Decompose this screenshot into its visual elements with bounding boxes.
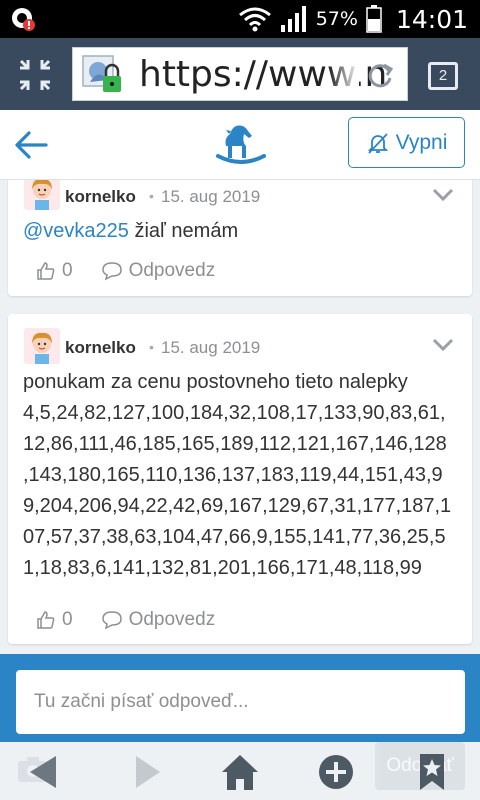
chevron-down-icon[interactable] [432, 188, 454, 202]
browser-toolbar: https://www.n 2 [0, 38, 480, 110]
comment-author[interactable]: kornelko [65, 338, 136, 358]
comment-actions: 0 Odpovedz [36, 609, 215, 631]
user-avatar-icon [24, 180, 60, 210]
rocking-horse-logo-icon[interactable] [216, 122, 266, 170]
back-arrow-icon[interactable] [14, 130, 48, 160]
reply-bubble-icon[interactable] [101, 610, 123, 630]
avatar[interactable] [24, 328, 60, 364]
reply-composer [16, 670, 465, 734]
bell-off-icon [367, 132, 388, 154]
meta-separator: • [149, 339, 154, 355]
mute-notifications-button[interactable]: Vypni [348, 117, 465, 168]
avatar[interactable] [24, 180, 60, 210]
comment-text: @vevka225 žiaľ nemám [23, 220, 239, 242]
mute-button-label: Vypni [395, 130, 448, 154]
reload-icon[interactable] [365, 60, 395, 90]
status-bar: 57% 14:01 [0, 0, 480, 38]
comment-actions: 0 Odpovedz [36, 260, 215, 282]
reply-button[interactable]: Odpovedz [129, 260, 216, 282]
secure-site-icon [82, 55, 121, 92]
home-icon[interactable] [218, 750, 262, 794]
exit-fullscreen-icon[interactable] [18, 58, 52, 92]
comment-card: kornelko • 15. aug 2019 ponukam za cenu … [8, 314, 472, 644]
bookmarks-icon[interactable] [410, 750, 454, 794]
comment-date: 15. aug 2019 [161, 338, 261, 357]
nav-forward-icon[interactable] [124, 750, 168, 794]
nav-back-icon[interactable] [20, 750, 64, 794]
thumbs-up-icon[interactable] [36, 610, 56, 630]
user-avatar-icon [24, 328, 60, 364]
browser-bottom-nav: Odoslať [0, 742, 480, 800]
like-count: 0 [62, 609, 73, 630]
comment-author[interactable]: kornelko [65, 187, 136, 207]
battery-percent: 57% [315, 8, 358, 30]
reply-composer-bar [0, 654, 480, 742]
like-count: 0 [62, 260, 73, 281]
comment-feed[interactable]: kornelko • 15. aug 2019 @vevka225 žiaľ n… [0, 180, 480, 654]
comment-card: kornelko • 15. aug 2019 @vevka225 žiaľ n… [8, 180, 472, 296]
thumbs-up-icon[interactable] [36, 261, 56, 281]
battery-icon [366, 5, 382, 33]
meta-separator: • [149, 188, 154, 204]
app-notification-icon [12, 8, 35, 31]
clock: 14:01 [395, 4, 468, 34]
comment-text: ponukam za cenu postovneho tieto nalepky… [23, 371, 452, 579]
signal-icon [280, 6, 306, 32]
chevron-down-icon[interactable] [432, 338, 454, 352]
tabs-button[interactable]: 2 [428, 62, 458, 90]
reply-button[interactable]: Odpovedz [129, 609, 216, 631]
add-bookmark-icon[interactable] [314, 750, 358, 794]
address-bar[interactable]: https://www.n [72, 47, 408, 101]
reply-bubble-icon[interactable] [101, 261, 123, 281]
reply-input[interactable] [16, 670, 465, 734]
wifi-icon [238, 7, 271, 32]
user-mention-link[interactable]: @vevka225 [23, 220, 129, 242]
comment-date: 15. aug 2019 [161, 187, 261, 206]
